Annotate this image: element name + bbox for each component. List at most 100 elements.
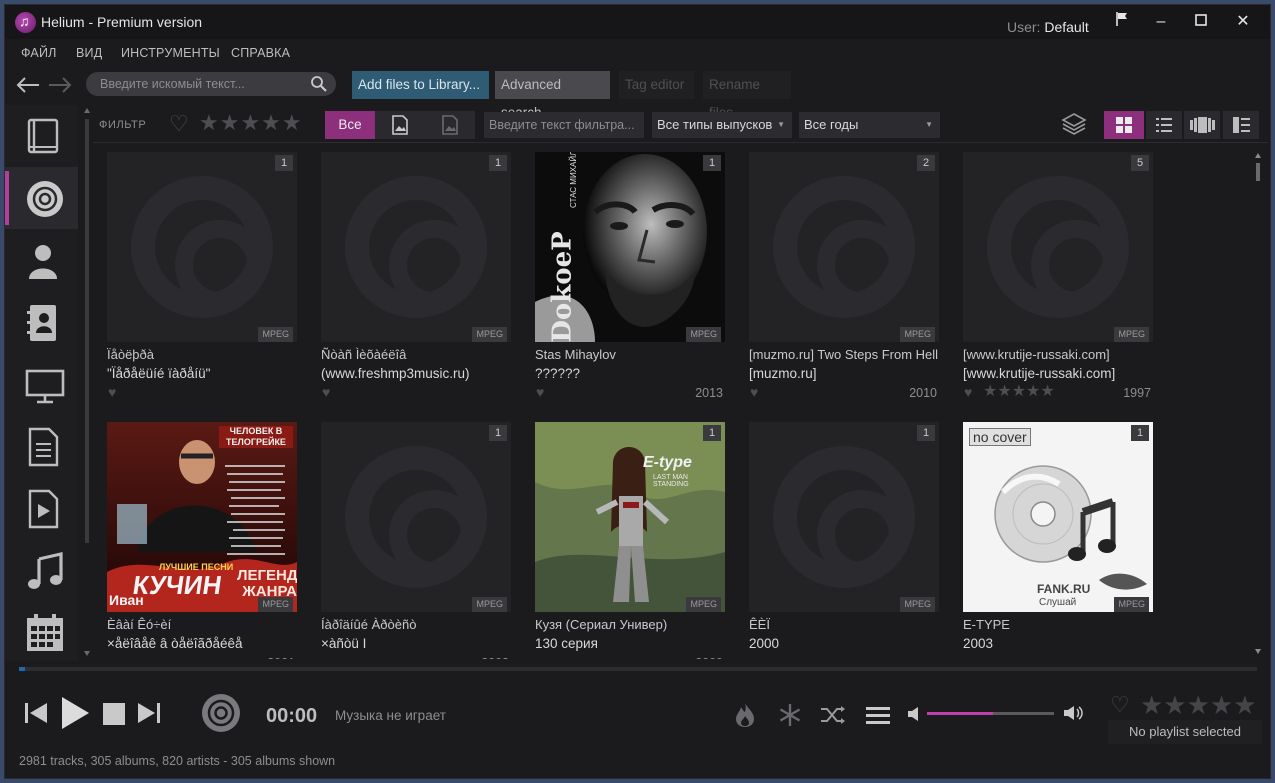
favorite-heart-icon[interactable]: ♥ xyxy=(322,654,330,659)
maximize-button[interactable] xyxy=(1187,11,1215,33)
track-count-badge: 1 xyxy=(703,425,721,441)
album-rating-stars[interactable]: ★★★★★ xyxy=(983,381,1055,401)
close-button[interactable]: ✕ xyxy=(1229,11,1257,33)
sidebar-item-video[interactable] xyxy=(5,477,78,539)
volume-slider[interactable] xyxy=(927,712,1054,715)
user-indicator[interactable]: User: Default xyxy=(1007,19,1089,35)
favorite-heart-icon[interactable]: ♥ xyxy=(964,654,972,659)
sidebar-item-calendar[interactable] xyxy=(5,601,78,663)
rename-files-button[interactable]: Rename files xyxy=(703,71,791,120)
shuffle-icon[interactable] xyxy=(820,705,846,728)
playlist-menu-icon[interactable] xyxy=(866,707,890,728)
search-icon[interactable] xyxy=(310,75,328,93)
favorite-heart-icon[interactable]: ♥ xyxy=(322,384,330,400)
menu-bar: ФАЙЛ ВИД ИНСТРУМЕНТЫ СПРАВКА xyxy=(5,43,1270,65)
album-card[interactable]: ЧЕЛОВЕК В ТЕЛОГРЕЙКЕ КУЧИН Иван ЛУЧШИЕ П… xyxy=(107,422,297,659)
playlist-selector[interactable]: No playlist selected xyxy=(1108,720,1262,744)
previous-track-icon[interactable] xyxy=(23,701,49,728)
favorite-heart-icon[interactable]: ♥ xyxy=(750,654,758,659)
volume-low-icon[interactable] xyxy=(908,707,920,724)
play-icon[interactable] xyxy=(59,695,91,734)
album-artist: (www.freshmp3music.ru) xyxy=(321,366,470,381)
playlist-rating-stars[interactable]: ★★★★★ xyxy=(1140,690,1257,721)
album-card[interactable]: 1 MPEG Íàðîäíûé Àðòèñò ×àñòü I ♥ 2003 xyxy=(321,422,511,659)
menu-help[interactable]: СПРАВКА xyxy=(231,46,290,60)
disc-placeholder-icon xyxy=(987,176,1129,318)
next-track-icon[interactable] xyxy=(136,701,162,728)
album-title: Íàðîäíûé Àðòèñò xyxy=(321,617,417,632)
filter-rating-stars[interactable]: ★★★★★ xyxy=(199,110,303,136)
view-coverflow-button[interactable] xyxy=(1184,111,1220,139)
search-input[interactable]: Введите искомый текст... xyxy=(86,72,336,96)
menu-tools[interactable]: ИНСТРУМЕНТЫ xyxy=(121,46,220,60)
disc-placeholder-icon xyxy=(773,176,915,318)
album-title: ÊÈÏ xyxy=(749,617,770,632)
album-title: Èâàí Êó÷èí xyxy=(107,617,172,632)
sidebar-item-library[interactable] xyxy=(5,105,78,167)
minimize-button[interactable]: – xyxy=(1147,11,1175,33)
view-list-button[interactable] xyxy=(1146,111,1182,139)
album-card[interactable]: 2 MPEG [muzmo.ru] Two Steps From Hell [m… xyxy=(749,152,939,402)
filter-favorite-heart-icon[interactable]: ♡ xyxy=(169,111,190,137)
release-type-select[interactable]: Все типы выпусков ▼ xyxy=(652,112,792,138)
layers-icon[interactable] xyxy=(1061,111,1097,139)
sidebar-scrollbar[interactable] xyxy=(83,105,91,661)
sidebar xyxy=(5,105,78,661)
favorite-heart-icon[interactable]: ♥ xyxy=(108,654,116,659)
favorite-heart-icon[interactable]: ♥ xyxy=(108,384,116,400)
list-icon xyxy=(1156,118,1172,132)
tag-editor-button[interactable]: Tag editor xyxy=(619,71,694,99)
forward-arrow-icon[interactable] xyxy=(47,75,73,96)
sidebar-item-artists[interactable] xyxy=(5,229,78,291)
playlist-favorite-heart-icon[interactable]: ♡ xyxy=(1110,692,1130,718)
album-card[interactable]: no cover FANK.RU Слушай 1 MPEG E-TYPE 20… xyxy=(963,422,1153,659)
library-icon xyxy=(27,118,59,154)
cover-name-text: КУЧИН xyxy=(130,570,224,600)
album-year: 2001 xyxy=(267,656,295,659)
filter-all-button[interactable]: Все xyxy=(325,111,375,139)
sidebar-item-monitor[interactable] xyxy=(5,353,78,415)
grid-scrollbar[interactable] xyxy=(1253,151,1263,657)
favorite-heart-icon[interactable]: ♥ xyxy=(750,384,758,400)
title-bar[interactable]: Helium - Premium version User: Default –… xyxy=(5,5,1270,39)
sidebar-item-albums[interactable] xyxy=(5,167,78,229)
view-grid-button[interactable] xyxy=(1104,111,1144,139)
flame-icon[interactable] xyxy=(734,702,756,731)
album-card[interactable]: 5 MPEG [www.krutije-russaki.com] [www.kr… xyxy=(963,152,1153,402)
snowflake-icon[interactable] xyxy=(778,703,802,730)
back-arrow-icon[interactable] xyxy=(15,75,41,96)
album-card[interactable]: 1 MPEG ÊÈÏ 2000 ♥ xyxy=(749,422,939,659)
stop-icon[interactable] xyxy=(103,703,125,728)
album-card[interactable]: 1 MPEG Ïåòëþðà "Ïåðåëüíé ïàðåíü" ♥ xyxy=(107,152,297,402)
album-card[interactable]: СТАС МИХАЙЛОВ DokoeP 1 MPEG Stas Mihaylo… xyxy=(535,152,725,402)
filter-with-cover-button[interactable] xyxy=(375,111,425,139)
grid-icon xyxy=(1116,117,1132,133)
album-artist: ×àñòü I xyxy=(321,636,367,651)
favorite-heart-icon[interactable]: ♥ xyxy=(964,384,972,400)
menu-view[interactable]: ВИД xyxy=(76,46,102,60)
view-details-button[interactable] xyxy=(1223,111,1259,139)
album-card[interactable]: 1 MPEG Ñòàñ Ìèõàéëîâ (www.freshmp3music.… xyxy=(321,152,511,402)
seek-bar[interactable] xyxy=(19,667,1257,671)
sidebar-item-documents[interactable] xyxy=(5,415,78,477)
album-card[interactable]: E-type LAST MAN STANDING 1 MPEG Кузя (Се… xyxy=(535,422,725,659)
sidebar-item-music[interactable] xyxy=(5,539,78,601)
album-title: Ïåòëþðà xyxy=(107,347,154,362)
favorite-heart-icon[interactable]: ♥ xyxy=(536,654,544,659)
cover-sub-text: ЛУЧШИЕ ПЕСНИ xyxy=(159,562,234,572)
album-title: Ñòàñ Ìèõàéëîâ xyxy=(321,347,407,362)
flag-icon[interactable] xyxy=(1108,11,1136,33)
menu-file[interactable]: ФАЙЛ xyxy=(21,46,57,60)
years-select[interactable]: Все годы ▼ xyxy=(799,112,940,138)
sidebar-item-contacts[interactable] xyxy=(5,291,78,353)
add-files-button[interactable]: Add files to Library... xyxy=(352,71,489,99)
album-cover-placeholder xyxy=(749,422,939,612)
advanced-search-button[interactable]: Advanced search xyxy=(495,71,610,120)
filter-text-input[interactable]: Введите текст фильтра... xyxy=(484,112,644,138)
album-title: [www.krutije-russaki.com] xyxy=(963,347,1110,362)
filter-without-cover-button[interactable] xyxy=(425,111,475,139)
favorite-heart-icon[interactable]: ♥ xyxy=(536,384,544,400)
seek-bar-fill xyxy=(19,667,25,671)
volume-high-icon[interactable] xyxy=(1064,705,1084,724)
now-playing-text: Музыка не играет xyxy=(335,708,446,723)
